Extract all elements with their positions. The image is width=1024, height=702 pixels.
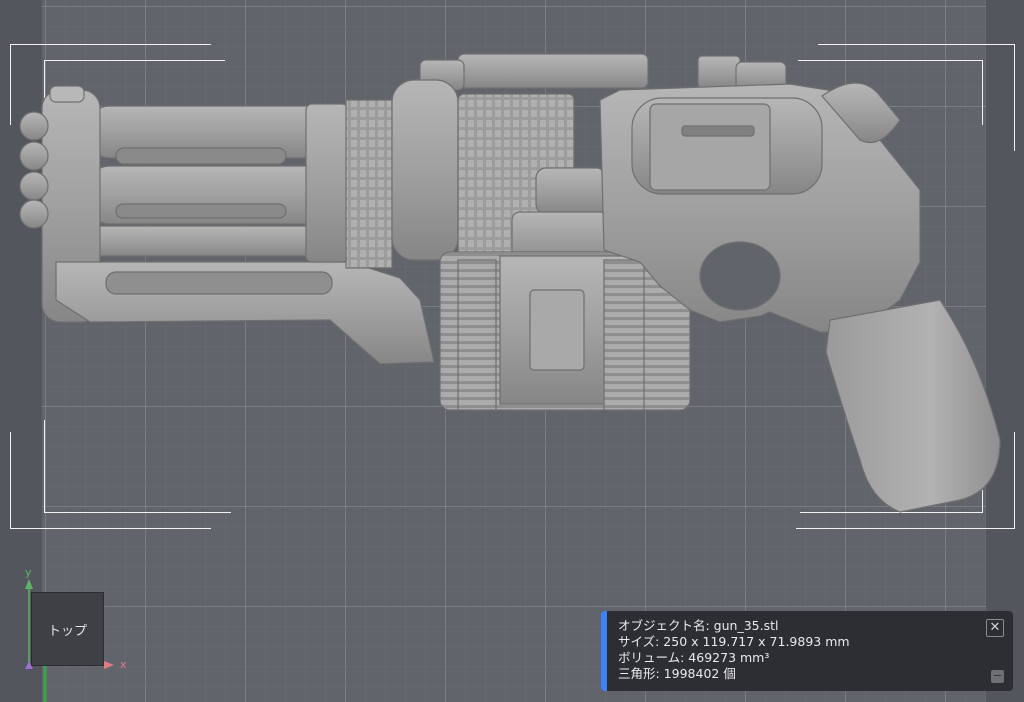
object-size: サイズ: 250 x 119.717 x 71.9893 mm: [618, 634, 850, 649]
axis-x-label: x: [120, 658, 127, 671]
view-cube-label: トップ: [47, 623, 87, 639]
close-icon[interactable]: ✕: [986, 619, 1004, 637]
minimize-icon[interactable]: −: [991, 670, 1004, 683]
axis-y-label: y: [25, 566, 32, 579]
3d-viewport[interactable]: y x トップ オブジェクト名: gun_35.stl サイズ: 250 x 1…: [0, 0, 1024, 702]
object-info-panel: オブジェクト名: gun_35.stl サイズ: 250 x 119.717 x…: [601, 611, 1013, 691]
object-volume: ボリューム: 469273 mm³: [618, 650, 770, 665]
gun-model[interactable]: [0, 0, 1024, 702]
view-cube-top[interactable]: トップ: [31, 592, 104, 666]
object-name: オブジェクト名: gun_35.stl: [618, 618, 779, 633]
object-triangles: 三角形: 1998402 個: [618, 666, 736, 681]
